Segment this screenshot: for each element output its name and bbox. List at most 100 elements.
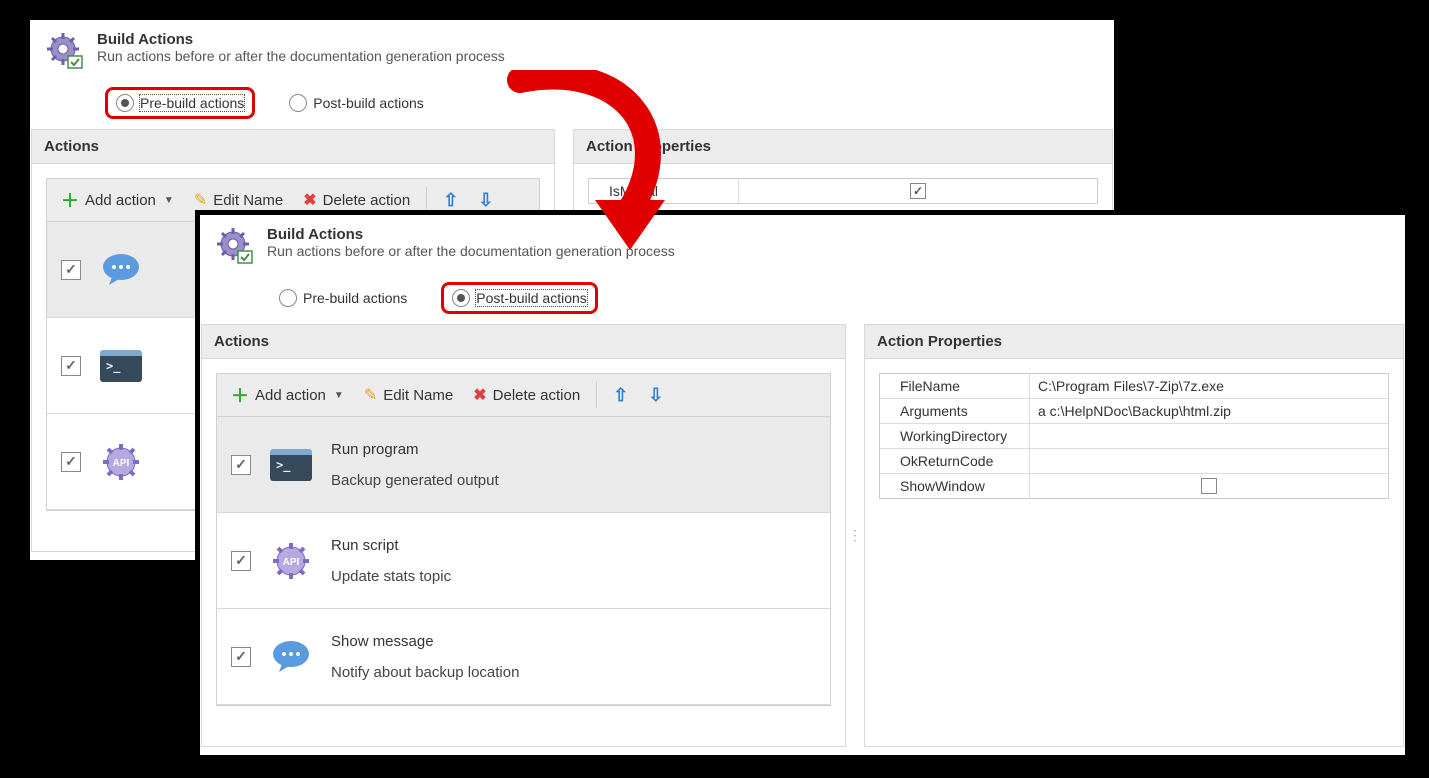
property-row[interactable]: FileName C:\Program Files\7-Zip\7z.exe: [880, 374, 1388, 399]
btn-label: Delete action: [323, 192, 411, 209]
btn-label: Edit Name: [383, 387, 453, 404]
action-subtitle: Backup generated output: [331, 472, 499, 489]
property-value[interactable]: [1030, 424, 1388, 448]
radio-prebuild[interactable]: Pre-build actions: [275, 287, 411, 309]
radio-label: Pre-build actions: [303, 290, 407, 306]
arrow-up-icon: ⇧: [613, 385, 628, 406]
property-row[interactable]: IsModal: [589, 179, 1097, 203]
chevron-down-icon: ▼: [164, 195, 174, 206]
header: Build Actions Run actions before or afte…: [31, 21, 1113, 129]
radio-label: Pre-build actions: [140, 95, 244, 111]
property-name: ShowWindow: [880, 474, 1030, 498]
api-gear-icon: API: [99, 441, 143, 483]
actions-toolbar: ＋ Add action ▼ ✎ Edit Name ✖ Delete acti…: [216, 373, 831, 417]
arrow-up-icon: ⇧: [443, 190, 458, 211]
add-action-button[interactable]: ＋ Add action ▼: [53, 183, 182, 217]
row-checkbox[interactable]: [61, 356, 81, 376]
chevron-down-icon: ▼: [334, 390, 344, 401]
radio-icon: [116, 94, 134, 112]
property-value[interactable]: [739, 179, 1097, 203]
actions-header: Actions: [201, 324, 846, 359]
move-down-button[interactable]: ⇩: [640, 381, 671, 410]
svg-text:API: API: [113, 458, 130, 469]
actions-header: Actions: [31, 129, 555, 164]
radio-postbuild[interactable]: Post-build actions: [441, 282, 598, 314]
x-icon: ✖: [473, 385, 486, 405]
arrow-down-icon: ⇩: [478, 190, 493, 211]
terminal-icon: [269, 449, 313, 481]
terminal-icon: [99, 350, 143, 382]
delete-action-button[interactable]: ✖ Delete action: [295, 186, 418, 214]
action-row[interactable]: Run program Backup generated output: [217, 417, 830, 513]
props-header: Action Properties: [573, 129, 1113, 164]
row-checkbox[interactable]: [231, 455, 251, 475]
action-title: Run script: [331, 537, 451, 554]
separator: [426, 187, 427, 213]
move-down-button[interactable]: ⇩: [470, 186, 501, 215]
property-row[interactable]: WorkingDirectory: [880, 424, 1388, 449]
gear-check-icon: [45, 31, 85, 71]
action-title: Show message: [331, 633, 519, 650]
row-checkbox[interactable]: [231, 551, 251, 571]
separator: [596, 382, 597, 408]
move-up-button[interactable]: ⇧: [435, 186, 466, 215]
property-grid: FileName C:\Program Files\7-Zip\7z.exe A…: [879, 373, 1389, 499]
btn-label: Add action: [255, 387, 326, 404]
pencil-icon: ✎: [364, 385, 377, 405]
radio-label: Post-build actions: [476, 290, 587, 306]
property-name: FileName: [880, 374, 1030, 398]
btn-label: Add action: [85, 192, 156, 209]
action-subtitle: Notify about backup location: [331, 664, 519, 681]
splitter[interactable]: ⋮: [846, 324, 864, 747]
actions-list: Run program Backup generated output: [216, 417, 831, 706]
chat-icon: [269, 636, 313, 678]
property-value[interactable]: [1030, 474, 1388, 498]
btn-label: Delete action: [493, 387, 581, 404]
property-row[interactable]: ShowWindow: [880, 474, 1388, 498]
radio-label: Post-build actions: [313, 95, 424, 111]
header-subtitle: Run actions before or after the document…: [267, 243, 675, 259]
delete-action-button[interactable]: ✖ Delete action: [465, 381, 588, 409]
header-subtitle: Run actions before or after the document…: [97, 48, 505, 64]
edit-name-button[interactable]: ✎ Edit Name: [186, 186, 291, 214]
chat-icon: [99, 249, 143, 291]
pencil-icon: ✎: [194, 190, 207, 210]
x-icon: ✖: [303, 190, 316, 210]
move-up-button[interactable]: ⇧: [605, 381, 636, 410]
radio-icon: [289, 94, 307, 112]
checkbox-icon: [1201, 478, 1217, 494]
row-checkbox[interactable]: [61, 452, 81, 472]
checkbox-icon: [910, 183, 926, 199]
property-value[interactable]: [1030, 449, 1388, 473]
radio-icon: [452, 289, 470, 307]
props-header: Action Properties: [864, 324, 1404, 359]
property-name: OkReturnCode: [880, 449, 1030, 473]
action-row[interactable]: API Run script Update stats topic: [217, 513, 830, 609]
add-action-button[interactable]: ＋ Add action ▼: [223, 378, 352, 412]
action-row[interactable]: Show message Notify about backup locatio…: [217, 609, 830, 705]
plus-icon: ＋: [231, 382, 249, 408]
panel-postbuild: Build Actions Run actions before or afte…: [200, 215, 1405, 755]
property-name: Arguments: [880, 399, 1030, 423]
btn-label: Edit Name: [213, 192, 283, 209]
property-name: WorkingDirectory: [880, 424, 1030, 448]
action-title: Run program: [331, 441, 499, 458]
radio-icon: [279, 289, 297, 307]
radio-postbuild[interactable]: Post-build actions: [285, 92, 428, 114]
api-gear-icon: API: [269, 540, 313, 582]
row-checkbox[interactable]: [61, 260, 81, 280]
property-row[interactable]: Arguments a c:\HelpNDoc\Backup\html.zip: [880, 399, 1388, 424]
property-value[interactable]: C:\Program Files\7-Zip\7z.exe: [1030, 374, 1388, 398]
property-row[interactable]: OkReturnCode: [880, 449, 1388, 474]
property-value[interactable]: a c:\HelpNDoc\Backup\html.zip: [1030, 399, 1388, 423]
property-name: IsModal: [589, 179, 739, 203]
row-checkbox[interactable]: [231, 647, 251, 667]
edit-name-button[interactable]: ✎ Edit Name: [356, 381, 461, 409]
action-subtitle: Update stats topic: [331, 568, 451, 585]
radio-prebuild[interactable]: Pre-build actions: [105, 87, 255, 119]
gear-check-icon: [215, 226, 255, 266]
property-grid: IsModal: [588, 178, 1098, 204]
header-title: Build Actions: [97, 31, 505, 48]
header: Build Actions Run actions before or afte…: [201, 216, 1404, 324]
header-title: Build Actions: [267, 226, 675, 243]
